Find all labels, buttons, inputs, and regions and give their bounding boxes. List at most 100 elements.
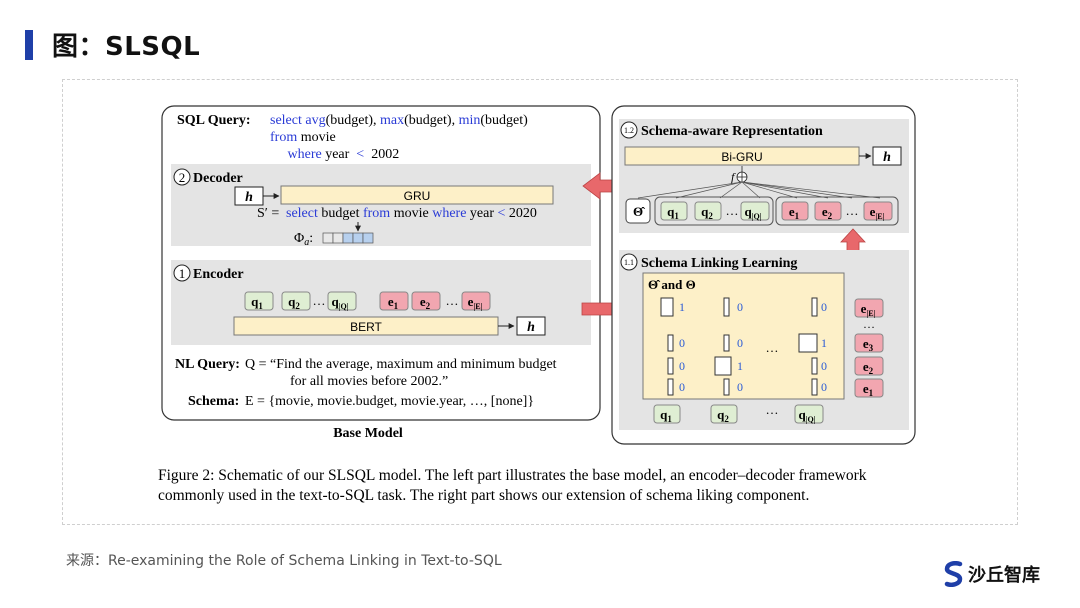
matrix-cell	[667, 378, 674, 396]
kw-select: select	[270, 113, 302, 128]
sql-seg: budget	[318, 206, 363, 221]
linking-e-column: e|E| … e3 e2 e1	[854, 298, 884, 398]
encoder-label: Encoder	[193, 267, 244, 282]
matrix-value: 0	[821, 300, 827, 314]
e-sub: |E|	[875, 212, 884, 221]
sar-label: Schema-aware Representation	[641, 124, 823, 139]
schema-value: E = {movie, movie.budget, movie.year, …,…	[245, 394, 534, 409]
bigru-label: Bi-GRU	[721, 150, 762, 164]
matrix-value: 0	[821, 380, 827, 394]
e-sub: 2	[869, 366, 874, 376]
decoder-h-label: h	[245, 190, 253, 205]
phi-cells	[322, 232, 374, 244]
nl-query-line2: for all movies before 2002.”	[290, 374, 448, 389]
phi-symbol: Φ	[294, 231, 304, 246]
sql-query-line1: select avg(budget), max(budget), min(bud…	[270, 113, 528, 128]
matrix-cell	[714, 356, 732, 376]
base-model-label: Base Model	[333, 426, 403, 441]
sar-e-ellipsis: …	[846, 203, 859, 218]
sar-step-num: 1.2	[624, 126, 634, 135]
s-prime-query: select budget from movie where year < 20…	[286, 206, 537, 221]
s-prime-prefix: S′ =	[257, 206, 279, 221]
kw-avg: avg	[305, 113, 325, 128]
sql-seg: 2020	[505, 206, 537, 221]
matrix-cell	[660, 297, 674, 317]
kw-select-2: select	[286, 206, 318, 221]
kw-lt: <	[356, 147, 364, 162]
matrix-ellipsis: …	[766, 340, 779, 355]
logo-s-icon	[944, 561, 963, 587]
e-sub: 1	[394, 301, 399, 311]
matrix-cell	[811, 357, 818, 375]
sql-seg: year	[322, 147, 357, 162]
q-sub: 2	[708, 211, 713, 221]
matrix-cell	[667, 357, 674, 375]
matrix-cell	[811, 297, 818, 317]
matrix-value: 1	[821, 336, 827, 350]
matrix-value: 0	[679, 359, 685, 373]
e-sub: 3	[869, 343, 874, 353]
matrix-value: 0	[737, 300, 743, 314]
e-sub: 2	[426, 301, 431, 311]
matrix-cell	[723, 378, 730, 396]
kw-from-2: from	[363, 206, 390, 221]
q-sub: |Q|	[752, 212, 762, 221]
sll-label: Schema Linking Learning	[641, 256, 797, 271]
encoder-q-tokens: q1 q2 … q|Q|	[244, 291, 357, 311]
decoder-label: Decoder	[193, 171, 243, 186]
sll-step-num: 1.1	[624, 258, 634, 267]
source-note: 来源：Re-examining the Role of Schema Linki…	[66, 553, 502, 569]
col-e-ellipsis: …	[863, 317, 875, 331]
encoder-e-tokens: e1 e2 … e|E|	[379, 291, 491, 311]
kw-max: max	[380, 113, 404, 128]
e-ellipsis: …	[446, 293, 459, 308]
matrix-cell	[798, 333, 818, 353]
matrix-cell	[723, 297, 730, 317]
q-sub: 2	[295, 301, 300, 311]
matrix-value: 0	[821, 359, 827, 373]
kw-where: where	[288, 147, 322, 162]
q-sub: 1	[667, 414, 672, 424]
matrix-value: 1	[679, 300, 685, 314]
matrix-value: 0	[737, 336, 743, 350]
sql-seg: year	[466, 206, 497, 221]
encoder-step-num: 1	[179, 266, 186, 281]
phi-colon: :	[309, 231, 313, 246]
q-sub: 2	[724, 414, 729, 424]
caption-line2: commonly used in the text-to-SQL task. T…	[158, 487, 809, 504]
matrix-cell	[667, 334, 674, 352]
e-sub: 1	[795, 211, 800, 221]
sql-seg: movie	[297, 130, 336, 145]
bert-label: BERT	[350, 320, 382, 334]
q-sub: 1	[258, 301, 263, 311]
nl-query-label: NL Query:	[175, 357, 240, 372]
sql-query-label: SQL Query:	[177, 113, 251, 128]
decoder-step-num: 2	[179, 170, 186, 185]
schema-label: Schema:	[188, 394, 239, 409]
row-q-ellipsis: …	[766, 402, 779, 417]
e-sub: 1	[869, 388, 874, 398]
brand-logo: 沙丘智库	[944, 560, 1040, 588]
matrix-cell	[723, 334, 730, 352]
q-sub: |Q|	[339, 302, 349, 311]
matrix-value: 1	[737, 359, 743, 373]
sql-query-line3: where year < 2002	[270, 147, 410, 162]
logo-text: 沙丘智库	[968, 565, 1040, 586]
kw-min: min	[459, 113, 481, 128]
nl-query-line1: Q = “Find the average, maximum and minim…	[245, 357, 557, 372]
kw-from: from	[270, 130, 297, 145]
matrix-value: 0	[679, 336, 685, 350]
kw-lt-2: <	[498, 206, 506, 221]
slsql-diagram: SQL Query: select avg(budget), max(budge…	[158, 105, 916, 504]
sql-seg: (budget),	[404, 113, 458, 128]
kw-where-2: where	[432, 206, 466, 221]
matrix-value: 0	[737, 380, 743, 394]
q-sub: |Q|	[806, 415, 816, 424]
phi-label: Φa:	[294, 231, 313, 248]
matrix-value: 0	[679, 380, 685, 394]
q-sub: 1	[674, 211, 679, 221]
matrix-cell	[811, 378, 818, 396]
theta-and-label: Θ̂ and Θ	[648, 277, 696, 292]
sar-q-ellipsis: …	[726, 203, 739, 218]
gru-label: GRU	[404, 189, 431, 203]
